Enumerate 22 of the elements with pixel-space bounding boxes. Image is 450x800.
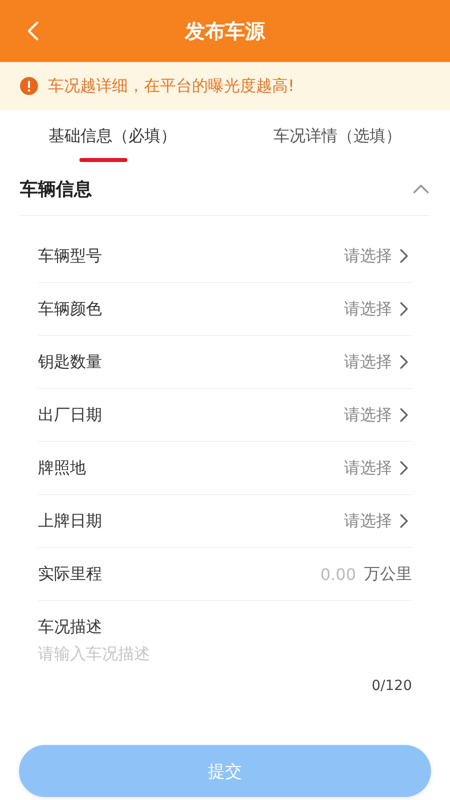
field-label: 实际里程 xyxy=(38,564,102,584)
section-title: 车辆信息 xyxy=(20,178,92,200)
select-control[interactable]: 请选择 xyxy=(344,246,412,266)
select-control[interactable]: 请选择 xyxy=(344,298,412,320)
character-counter: 0/120 xyxy=(372,678,412,694)
tab[interactable]: 车况详情（选填） xyxy=(225,110,450,162)
select-control[interactable]: 请选择 xyxy=(344,352,412,372)
tab[interactable]: 基础信息（必填） xyxy=(0,110,225,162)
select-control[interactable]: 请选择 xyxy=(344,458,412,478)
field-label: 牌照地 xyxy=(38,458,86,478)
select-control[interactable]: 请选择 xyxy=(344,510,412,532)
notice-text: 车况越详细，在平台的曝光度越高! xyxy=(48,76,294,96)
field-label: 车况描述 xyxy=(38,617,103,638)
page-title: 发布车源 xyxy=(185,18,265,44)
field-label: 上牌日期 xyxy=(38,510,102,532)
field-label: 车辆型号 xyxy=(38,246,102,266)
field-label: 钥匙数量 xyxy=(38,352,102,372)
field-label: 车辆颜色 xyxy=(38,298,102,320)
unit-label: 万公里 xyxy=(364,564,412,584)
warning-icon xyxy=(20,77,38,95)
select-control[interactable]: 请选择 xyxy=(344,404,412,426)
field-label: 出厂日期 xyxy=(38,404,102,426)
